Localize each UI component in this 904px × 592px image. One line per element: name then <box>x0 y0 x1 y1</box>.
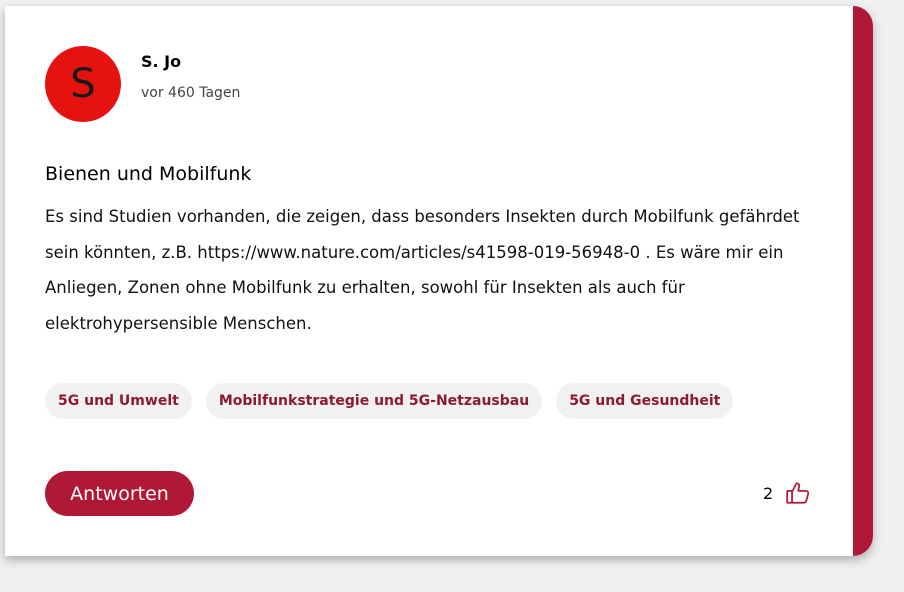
tag-5g-gesundheit[interactable]: 5G und Gesundheit <box>556 383 734 419</box>
author-name: S. Jo <box>141 52 182 71</box>
avatar: S <box>45 46 121 122</box>
like-button[interactable] <box>785 480 811 506</box>
like-count: 2 <box>763 483 774 503</box>
thumbs-up-icon[interactable] <box>785 480 811 506</box>
reply-button[interactable]: Antworten <box>45 471 194 516</box>
accent-bar <box>853 6 873 556</box>
post-title: Bienen und Mobilfunk <box>45 163 252 185</box>
tag-list: 5G und Umwelt Mobilfunkstrategie und 5G-… <box>45 383 734 419</box>
comment-card: S S. Jo vor 460 Tagen Bienen und Mobilfu… <box>5 6 873 556</box>
tag-mobilfunkstrategie[interactable]: Mobilfunkstrategie und 5G-Netzausbau <box>205 383 543 419</box>
tag-5g-umwelt[interactable]: 5G und Umwelt <box>45 383 192 419</box>
post-body: Es sind Studien vorhanden, die zeigen, d… <box>45 207 800 333</box>
like-area: 2 <box>763 480 811 506</box>
avatar-initial: S <box>70 61 96 107</box>
post-time: vor 460 Tagen <box>141 85 241 101</box>
